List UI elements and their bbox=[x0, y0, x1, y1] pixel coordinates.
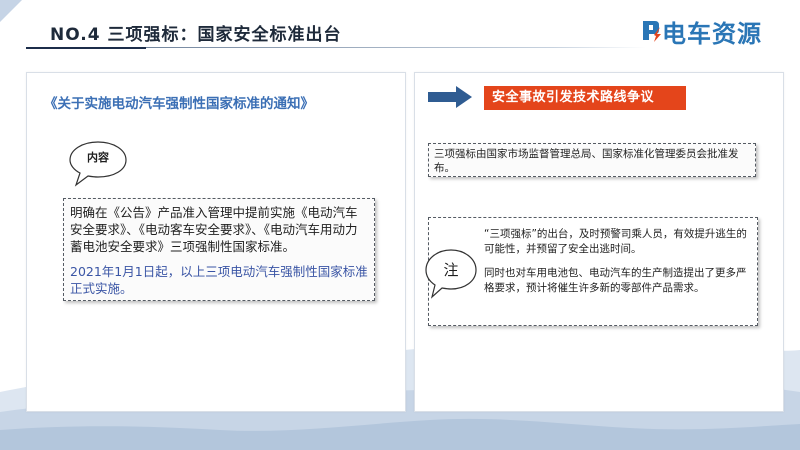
logo-text: 电车资源 bbox=[662, 20, 762, 48]
content-box: 明确在《公告》产品准入管理中提前实施《电动汽车安全要求》、《电动客车安全要求》、… bbox=[63, 198, 375, 301]
header: NO.4 三项强标：国家安全标准出台 电车资源 bbox=[0, 0, 800, 60]
section-tag: 安全事故引发技术路线争议 bbox=[484, 86, 686, 110]
note-bubble: 注 bbox=[424, 248, 478, 300]
content-paragraph: 明确在《公告》产品准入管理中提前实施《电动汽车安全要求》、《电动客车安全要求》、… bbox=[70, 205, 358, 254]
note-paragraph-2: 同时也对车用电池包、电动汽车的生产制造提出了更多严格要求，预计将催生许多新的零部… bbox=[484, 267, 747, 294]
arrow-right-icon bbox=[428, 86, 472, 108]
header-corner-decoration bbox=[0, 0, 22, 22]
effective-date-paragraph: 2021年1月1日起，以上三项电动汽车强制性国家标准正式实施。 bbox=[70, 264, 368, 296]
document-title: 《关于实施电动汽车强制性国家标准的通知》 bbox=[44, 96, 314, 112]
note-paragraph-1: “三项强标”的出台，及时预警司乘人员，有效提升逃生的可能性，并预留了安全出逃时间… bbox=[484, 228, 747, 255]
notice-text: 三项强标由国家市场监督管理总局、国家标准化管理委员会批准发布。 bbox=[434, 148, 739, 174]
content-bubble: 内容 bbox=[68, 140, 128, 188]
content-bubble-label: 内容 bbox=[87, 151, 109, 164]
header-divider-accent bbox=[26, 47, 146, 49]
logo: 电车资源 bbox=[640, 14, 770, 48]
logo-mark-icon bbox=[643, 21, 661, 42]
note-bubble-label: 注 bbox=[443, 261, 459, 279]
page-title: NO.4 三项强标：国家安全标准出台 bbox=[50, 25, 342, 45]
notice-box: 三项强标由国家市场监督管理总局、国家标准化管理委员会批准发布。 bbox=[428, 143, 756, 177]
